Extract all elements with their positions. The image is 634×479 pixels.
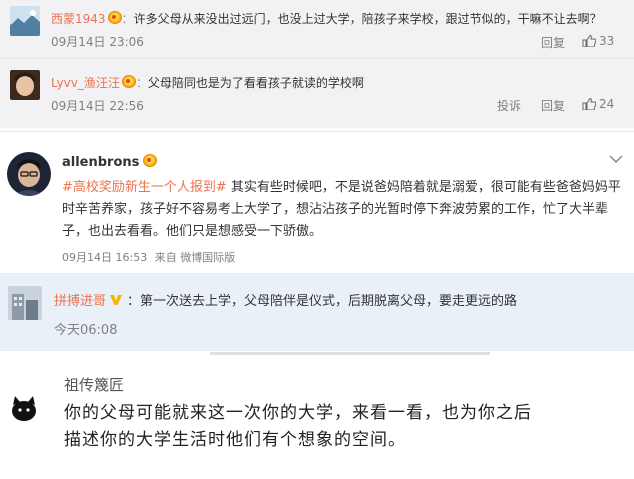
avatar[interactable] — [10, 70, 40, 100]
avatar[interactable] — [8, 392, 40, 424]
comment-text-row: 西蒙1943 ：许多父母从来没出过远门，也没上过大学，陪孩子来学校，跟过节似的，干… — [51, 10, 602, 27]
comment-list-panel: 西蒙1943 ：许多父母从来没出过远门，也没上过大学，陪孩子来学校，跟过节似的，干… — [0, 0, 634, 128]
reply-body: 第一次送去上学，父母陪伴是仪式，后期脱离父母，要走更远的路 — [140, 294, 518, 309]
comment-text-row: Lyvv_渔汪汪 ：父母陪同也是为了看看孩子就读的学校啊 — [51, 74, 364, 91]
reply-button[interactable]: 回复 — [541, 34, 565, 51]
post-meta: 09月14日 16:53 来自 微博国际版 — [62, 249, 235, 265]
like-count: 33 — [599, 34, 615, 48]
comment-username[interactable]: 西蒙1943 — [51, 12, 106, 26]
comment-timestamp: 09月14日 23:06 — [51, 35, 144, 49]
post-source: 来自 微博国际版 — [154, 251, 236, 264]
post-author-name: allenbrons — [62, 155, 140, 170]
avatar[interactable] — [10, 6, 40, 36]
comment-body: 父母陪同也是为了看看孩子就读的学校啊 — [147, 76, 364, 90]
avatar[interactable] — [8, 286, 42, 320]
reply-button[interactable]: 回复 — [541, 97, 565, 114]
quoted-comment-card: 祖传篾匠 你的父母可能就来这一次你的大学，来看一看，也为你之后描述你的大学生活时… — [0, 352, 634, 479]
like-count: 24 — [599, 97, 615, 111]
thumb-up-icon — [582, 98, 596, 110]
weibo-post-card: allenbrons #高校奖励新生一个人报到# 其实有些时候吧，不是说爸妈陪着… — [0, 131, 634, 271]
quote-username[interactable]: 祖传篾匠 — [64, 374, 124, 395]
chevron-down-icon[interactable] — [609, 154, 623, 164]
post-timestamp[interactable]: 09月14日 16:53 — [62, 251, 147, 264]
reply-timestamp: 今天06:08 — [54, 323, 118, 338]
reply-username[interactable]: 拼搏进哥 — [54, 294, 106, 309]
crown-badge-icon — [107, 11, 122, 24]
crown-badge-icon — [121, 75, 136, 88]
post-body: #高校奖励新生一个人报到# 其实有些时候吧，不是说爸妈陪着就是溺爱，很可能有些爸… — [62, 177, 622, 243]
separator: ： — [127, 294, 141, 309]
report-button[interactable]: 投诉 — [497, 97, 521, 114]
avatar[interactable] — [7, 152, 51, 196]
topic-link[interactable]: #高校奖励新生一个人报到# — [62, 180, 227, 195]
post-author[interactable]: allenbrons — [62, 154, 158, 170]
comment-timestamp: 09月14日 22:56 — [51, 99, 144, 113]
separator: ： — [121, 12, 134, 26]
comment-username[interactable]: Lyvv_渔汪汪 — [51, 76, 120, 90]
verified-v-icon — [110, 295, 123, 305]
thumb-up-icon — [582, 35, 596, 47]
comment-body: 许多父母从来没出过远门，也没上过大学，陪孩子来学校，跟过节似的，干嘛不让去啊？ — [133, 12, 602, 26]
like-button[interactable]: 24 — [582, 97, 614, 111]
divider — [0, 58, 634, 59]
divider — [210, 352, 490, 355]
quote-body: 你的父母可能就来这一次你的大学，来看一看，也为你之后描述你的大学生活时他们有个想… — [64, 403, 532, 450]
crown-badge-icon — [143, 154, 158, 167]
reply-card: 拼搏进哥 ：第一次送去上学，父母陪伴是仪式，后期脱离父母，要走更远的路 今天06:… — [0, 273, 634, 351]
separator: ： — [135, 76, 148, 90]
reply-text-row: 拼搏进哥 ：第一次送去上学，父母陪伴是仪式，后期脱离父母，要走更远的路 — [54, 290, 517, 309]
like-button[interactable]: 33 — [582, 34, 614, 48]
